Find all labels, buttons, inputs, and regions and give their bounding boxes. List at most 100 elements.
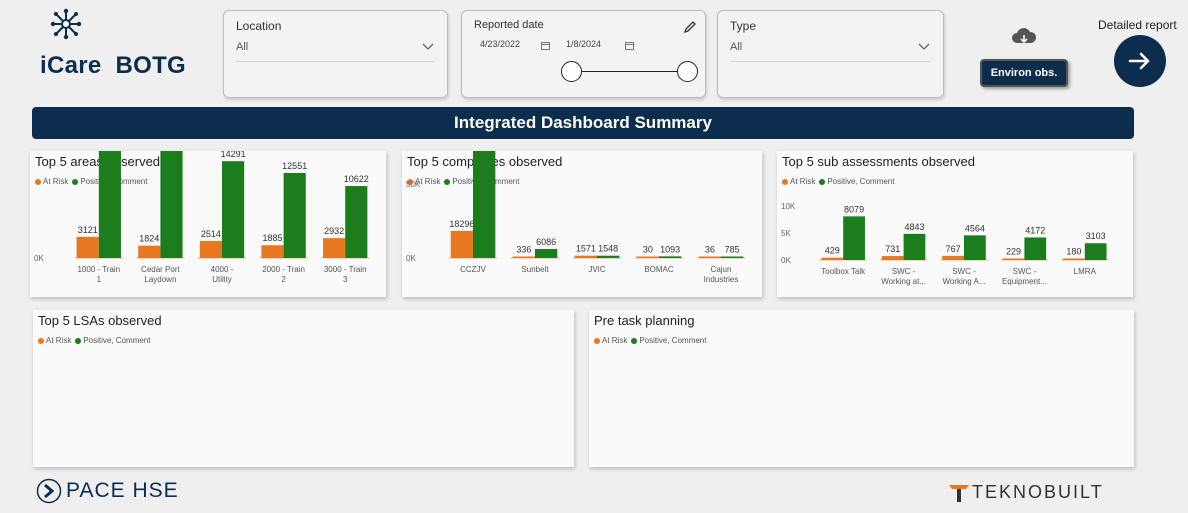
positive-bar[interactable] [222,161,245,258]
positive-bar[interactable] [721,256,744,259]
at-risk-bar[interactable] [199,240,222,258]
data-label: 1093 [660,244,680,254]
category-label: 3 [343,275,348,284]
data-label: 785 [725,245,740,255]
location-filter[interactable]: Location All [223,10,448,98]
chevron-down-icon[interactable] [917,41,931,51]
pencil-icon[interactable] [683,20,697,34]
reported-date-filter[interactable]: Reported date 4/23/2022 1/8/2024 [461,10,706,98]
category-label: 2000 - Train [262,265,305,274]
arrow-right-icon [1128,52,1150,70]
location-filter-value[interactable]: All [236,41,248,53]
category-label: SWC - [952,267,976,276]
category-label: 2 [281,275,286,284]
chevron-down-icon[interactable] [421,41,435,51]
at-risk-bar[interactable] [636,256,659,259]
positive-bar[interactable] [659,256,682,258]
at-risk-bar[interactable] [512,256,535,259]
date-range-end-handle[interactable] [677,61,698,82]
data-label: 180 [1066,247,1081,257]
location-filter-label: Location [236,19,282,33]
category-label: CCZJV [460,265,486,274]
positive-bar[interactable] [473,151,496,258]
start-date-field[interactable]: 4/23/2022 [480,39,520,55]
pre-task-planning-panel: Pre task planning At Risk Positive, Comm… [589,310,1134,467]
app-title: iCare BOTG [40,52,186,79]
data-label: 4564 [965,223,985,233]
top-areas-panel: Top 5 areas observed At Risk Positive, C… [30,151,386,297]
y-tick-label: 0K [406,254,416,263]
location-filter-underline [236,61,435,62]
at-risk-bar[interactable] [138,245,161,258]
at-risk-bar[interactable] [323,238,346,258]
top-companies-panel: Top 5 companies observed At Risk Positiv… [402,151,762,297]
category-label: Cedar Port [141,265,180,274]
positive-bar[interactable] [843,216,865,260]
type-filter[interactable]: Type All [717,10,944,98]
positive-bar[interactable] [283,172,306,258]
environ-obs-button[interactable]: Environ obs. [980,59,1068,87]
at-risk-bar[interactable] [881,256,904,260]
teknobuilt-logo: TEKNOBUILT [948,482,1104,503]
calendar-icon[interactable] [625,41,634,50]
date-range-slider-track[interactable] [570,71,688,72]
data-label: 36 [705,245,715,255]
data-label: 429 [825,246,840,256]
detailed-report-label: Detailed report [1098,18,1177,32]
t-mark-icon [949,484,969,502]
at-risk-bar[interactable] [76,236,99,258]
at-risk-bar[interactable] [1002,258,1025,261]
y-tick-label: 5K [781,229,791,238]
data-label: 4172 [1025,225,1045,235]
at-risk-bar[interactable] [821,257,844,260]
positive-bar[interactable] [345,186,368,258]
positive-bar[interactable] [1084,243,1107,260]
data-label: 229 [1006,247,1021,257]
positive-bar[interactable] [160,151,183,258]
y-tick-label: 50K [406,180,421,189]
category-label: 3000 - Train [324,265,367,274]
category-label: JVIC [588,265,606,274]
category-label: SWC - [1013,267,1037,276]
positive-bar[interactable] [964,235,986,260]
category-label: Toolbox Talk [821,267,866,276]
type-filter-value[interactable]: All [730,41,742,53]
pace-hse-logo-text: PACE HSE [66,479,179,502]
positive-bar[interactable] [98,151,121,258]
bar-chart: 2K0K7962836Barrier Tape & Tags70585Worki… [33,310,574,467]
category-label: Laydown [144,275,176,284]
positive-bar[interactable] [903,233,926,260]
at-risk-bar[interactable] [574,255,597,258]
dashboard-summary-banner: Integrated Dashboard Summary [32,107,1134,139]
detailed-report-button[interactable] [1114,35,1166,87]
positive-bar[interactable] [1024,237,1047,260]
bar-chart: 20K0K3121213501000 - Train1182417857Ceda… [34,151,370,284]
end-date-field[interactable]: 1/8/2024 [566,39,601,55]
positive-bar[interactable] [597,255,620,258]
at-risk-bar[interactable] [450,230,473,258]
at-risk-bar[interactable] [698,256,721,259]
data-label: 4843 [904,222,924,232]
category-label: Sunbelt [521,265,549,274]
type-filter-underline [730,61,931,62]
positive-bar[interactable] [535,248,558,258]
category-label: Working at... [881,277,926,286]
category-label: 4000 - [211,265,234,274]
category-label: Equipment... [1002,277,1047,286]
reported-date-label: Reported date [474,19,544,31]
data-label: 30 [643,245,653,255]
data-label: 8079 [844,204,864,214]
network-hub-icon [50,8,82,40]
at-risk-bar[interactable] [942,255,964,260]
data-label: 767 [946,244,961,254]
date-range-start-handle[interactable] [561,61,582,82]
data-label: 336 [516,245,531,255]
calendar-icon[interactable] [541,41,550,50]
y-tick-label: 0K [781,256,791,265]
cloud-download-icon[interactable] [1010,26,1038,48]
at-risk-bar[interactable] [1063,258,1085,261]
category-label: Utility [212,275,232,284]
at-risk-bar[interactable] [261,245,284,258]
data-label: 1548 [598,244,618,254]
play-chevron-icon [36,478,62,504]
